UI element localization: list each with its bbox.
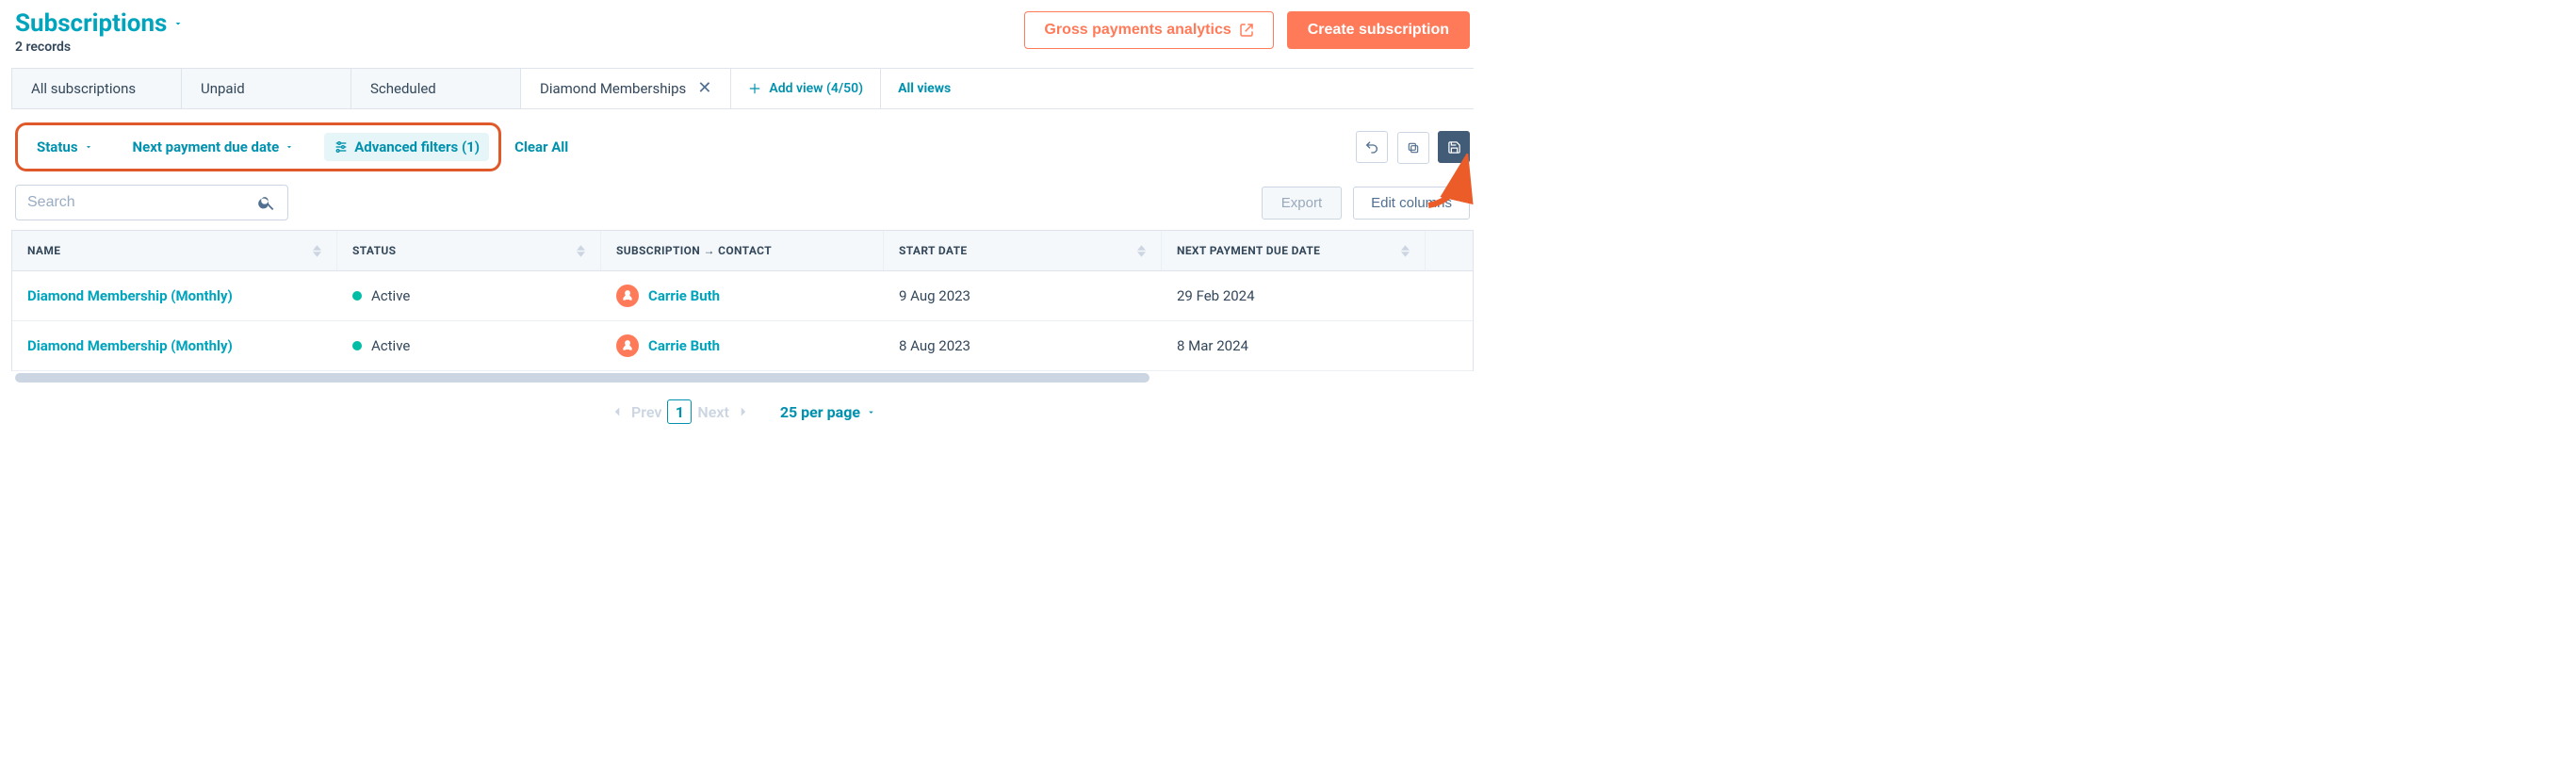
plus-icon xyxy=(748,82,761,95)
external-link-icon xyxy=(1239,23,1254,38)
search-input-wrap[interactable] xyxy=(15,185,288,220)
filter-chips-highlight: Status Next payment due date Advanced fi… xyxy=(15,122,501,171)
sort-icon xyxy=(1401,245,1410,257)
status-dot-icon xyxy=(352,291,362,301)
tab-unpaid[interactable]: Unpaid xyxy=(182,69,351,108)
sort-icon xyxy=(577,245,585,257)
chevron-down-icon xyxy=(84,142,93,152)
create-subscription-button[interactable]: Create subscription xyxy=(1287,11,1470,49)
close-icon[interactable]: ✕ xyxy=(697,80,711,97)
column-start-date[interactable]: START DATE xyxy=(884,231,1162,270)
sliders-icon xyxy=(334,139,349,155)
status-filter[interactable]: Status xyxy=(27,133,103,161)
avatar xyxy=(616,334,639,357)
subscription-name-link[interactable]: Diamond Membership (Monthly) xyxy=(27,287,233,304)
gross-payments-label: Gross payments analytics xyxy=(1044,22,1231,39)
advanced-filters-button[interactable]: Advanced filters (1) xyxy=(324,133,489,161)
clone-view-button[interactable] xyxy=(1397,132,1429,164)
status-dot-icon xyxy=(352,341,362,350)
sort-icon xyxy=(1137,245,1146,257)
table-row: Diamond Membership (Monthly) Active Carr… xyxy=(12,271,1473,321)
table-row: Diamond Membership (Monthly) Active Carr… xyxy=(12,321,1473,371)
add-view-button[interactable]: Add view (4/50) xyxy=(731,69,881,108)
contact-link[interactable]: Carrie Buth xyxy=(648,287,720,304)
page-number[interactable]: 1 xyxy=(667,399,692,424)
column-contact[interactable]: SUBSCRIPTION → CONTACT xyxy=(601,231,884,270)
page-title-dropdown[interactable]: Subscriptions xyxy=(15,9,184,38)
edit-columns-button[interactable]: Edit columns xyxy=(1353,187,1470,220)
subscription-name-link[interactable]: Diamond Membership (Monthly) xyxy=(27,337,233,354)
tab-all-subscriptions[interactable]: All subscriptions xyxy=(12,69,182,108)
prev-page[interactable]: Prev xyxy=(631,403,661,421)
tab-scheduled[interactable]: Scheduled xyxy=(351,69,521,108)
record-count: 2 records xyxy=(15,40,1024,55)
next-payment-date: 29 Feb 2024 xyxy=(1177,287,1255,304)
tab-diamond-memberships[interactable]: Diamond Memberships ✕ xyxy=(521,69,731,108)
page-title: Subscriptions xyxy=(15,9,167,38)
export-button[interactable]: Export xyxy=(1262,187,1342,220)
start-date: 9 Aug 2023 xyxy=(899,287,970,304)
sort-icon xyxy=(313,245,321,257)
chevron-right-icon[interactable] xyxy=(735,403,752,420)
copy-icon xyxy=(1407,141,1420,155)
next-page[interactable]: Next xyxy=(697,403,728,421)
chevron-down-icon xyxy=(172,18,184,29)
search-icon xyxy=(257,193,276,212)
column-name[interactable]: NAME xyxy=(12,231,337,270)
chevron-left-icon[interactable] xyxy=(609,403,626,420)
gross-payments-analytics-button[interactable]: Gross payments analytics xyxy=(1024,11,1273,49)
pager: Prev 1 Next 25 per page xyxy=(11,382,1474,430)
avatar xyxy=(616,285,639,307)
save-icon xyxy=(1447,140,1461,155)
subscriptions-table: NAME STATUS SUBSCRIPTION → CONTACT START… xyxy=(11,230,1474,371)
next-payment-due-date-filter[interactable]: Next payment due date xyxy=(123,133,304,161)
column-next-payment[interactable]: NEXT PAYMENT DUE DATE xyxy=(1162,231,1426,270)
chevron-down-icon xyxy=(285,142,294,152)
per-page-select[interactable]: 25 per page xyxy=(780,403,876,421)
save-view-button[interactable] xyxy=(1438,131,1470,163)
column-status[interactable]: STATUS xyxy=(337,231,601,270)
chevron-down-icon xyxy=(866,407,876,417)
start-date: 8 Aug 2023 xyxy=(899,337,970,354)
next-payment-date: 8 Mar 2024 xyxy=(1177,337,1248,354)
column-overflow xyxy=(1426,231,1473,270)
clear-all-filters[interactable]: Clear All xyxy=(514,138,568,155)
undo-button[interactable] xyxy=(1356,131,1388,163)
search-input[interactable] xyxy=(27,194,257,211)
horizontal-scrollbar[interactable] xyxy=(15,373,1470,382)
status-text: Active xyxy=(371,337,410,354)
undo-icon xyxy=(1364,139,1379,155)
contact-link[interactable]: Carrie Buth xyxy=(648,337,720,354)
view-tabs: All subscriptions Unpaid Scheduled Diamo… xyxy=(11,68,1474,109)
status-text: Active xyxy=(371,287,410,304)
all-views-button[interactable]: All views xyxy=(881,69,968,108)
